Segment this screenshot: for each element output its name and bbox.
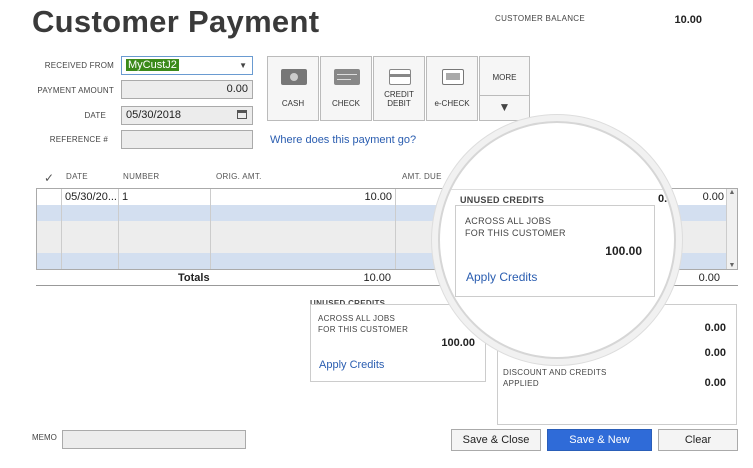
callout-unused-credits-title: UNUSED CREDITS (460, 195, 545, 205)
customer-balance-label: CUSTOMER BALANCE (495, 14, 586, 23)
memo-input[interactable] (62, 430, 246, 449)
summary-value-2: 0.00 (704, 347, 726, 359)
unused-credits-line2: FOR THIS CUSTOMER (318, 325, 409, 334)
column-divider (118, 189, 119, 269)
reference-label: REFERENCE # (49, 135, 108, 144)
summary-value-1: 0.00 (704, 322, 726, 334)
totals-label: Totals (178, 272, 210, 284)
column-divider (210, 189, 211, 269)
row-date: 05/30/20... (62, 189, 119, 205)
cash-button[interactable]: CASH (267, 56, 319, 121)
payment-amount-input[interactable]: 0.00 (121, 80, 253, 99)
magnifier-callout: UNUSED CREDITS ACROSS ALL JOBS FOR THIS … (438, 121, 676, 359)
callout-divider (440, 189, 674, 190)
date-column-header[interactable]: DATE (66, 172, 88, 188)
echeck-icon (442, 69, 464, 85)
save-close-button[interactable]: Save & Close (451, 429, 541, 451)
credit-debit-button[interactable]: CREDIT DEBIT (373, 56, 425, 121)
echeck-label: e-CHECK (434, 99, 470, 108)
amt-due-column-header[interactable]: AMT. DUE (402, 172, 442, 188)
received-from-value: MyCustJ2 (126, 59, 179, 71)
callout-unused-credits-value: 100.00 (605, 244, 642, 258)
table-scrollbar[interactable]: ▲ ▼ (726, 189, 737, 269)
number-column-header[interactable]: NUMBER (123, 172, 159, 188)
reference-input[interactable] (121, 130, 253, 149)
checkbox-column-header[interactable]: ✓ (44, 171, 54, 187)
callout-line2: FOR THIS CUSTOMER (465, 228, 566, 238)
where-payment-link[interactable]: Where does this payment go? (270, 134, 416, 146)
chevron-down-icon[interactable]: ▼ (239, 61, 247, 70)
more-dropdown-arrow[interactable]: ▼ (479, 96, 530, 121)
unused-credits-line1: ACROSS ALL JOBS (318, 314, 396, 323)
callout-apply-credits-link[interactable]: Apply Credits (466, 270, 537, 284)
column-divider (395, 189, 396, 269)
scroll-down-icon[interactable]: ▼ (727, 262, 737, 269)
callout-payment-value: 0.00 (658, 193, 674, 205)
column-divider (61, 189, 62, 269)
page-title: Customer Payment (32, 4, 320, 39)
callout-line1: ACROSS ALL JOBS (465, 216, 552, 226)
cash-label: CASH (281, 99, 305, 108)
unused-credits-value: 100.00 (441, 337, 475, 349)
credit-debit-label: CREDIT DEBIT (384, 90, 414, 108)
credit-card-icon (389, 69, 411, 85)
received-from-combo[interactable]: MyCustJ2 ▼ (121, 56, 253, 75)
check-icon (334, 69, 360, 85)
date-label: DATE (84, 111, 106, 120)
check-button[interactable]: CHECK (320, 56, 372, 121)
scroll-up-icon[interactable]: ▲ (727, 189, 737, 196)
save-new-button[interactable]: Save & New (547, 429, 652, 451)
clear-button[interactable]: Clear (658, 429, 738, 451)
date-value: 05/30/2018 (126, 109, 182, 121)
row-orig-amt: 10.00 (211, 189, 396, 205)
totals-orig-amt: 10.00 (363, 272, 391, 284)
customer-balance-value: 10.00 (674, 14, 702, 26)
calendar-icon[interactable] (237, 110, 247, 119)
orig-amt-column-header[interactable]: ORIG. AMT. (216, 172, 262, 188)
discount-credits-label-2: APPLIED (503, 379, 539, 388)
memo-label: MEMO (32, 433, 57, 442)
cash-icon (281, 69, 307, 85)
more-button[interactable]: MORE (479, 56, 530, 96)
callout-unused-credits-panel: ACROSS ALL JOBS FOR THIS CUSTOMER 100.00… (455, 205, 655, 297)
date-input[interactable]: 05/30/2018 (121, 106, 253, 125)
unused-credits-panel: ACROSS ALL JOBS FOR THIS CUSTOMER 100.00… (310, 304, 486, 382)
apply-credits-link[interactable]: Apply Credits (319, 359, 384, 371)
discount-credits-value: 0.00 (704, 377, 726, 389)
echeck-button[interactable]: e-CHECK (426, 56, 478, 121)
row-checkbox[interactable] (37, 189, 62, 205)
discount-credits-label-1: DISCOUNT AND CREDITS (503, 368, 607, 377)
payment-amount-label: PAYMENT AMOUNT (37, 86, 114, 95)
received-from-label: RECEIVED FROM (44, 61, 114, 70)
check-label: CHECK (331, 99, 360, 108)
row-number: 1 (119, 189, 211, 205)
